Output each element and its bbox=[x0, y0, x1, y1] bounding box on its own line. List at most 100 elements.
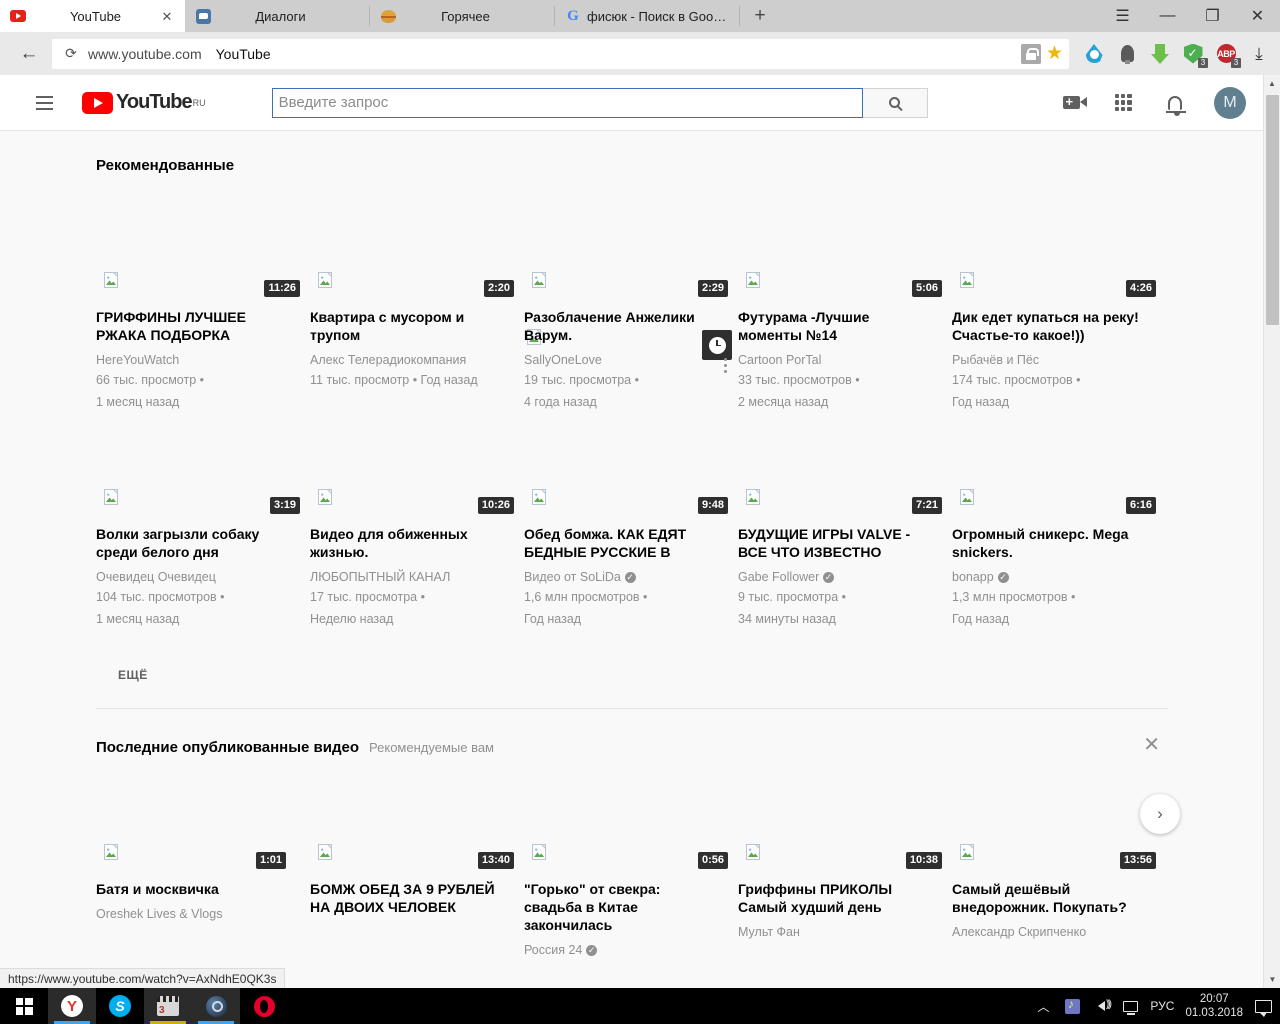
downloads-icon[interactable]: ⤓ bbox=[1248, 43, 1270, 65]
video-title[interactable]: БУДУЩИЕ ИГРЫ VALVE - ВСЕ ЧТО ИЗВЕСТНО bbox=[738, 525, 952, 561]
video-thumbnail[interactable]: 9:48 bbox=[524, 453, 738, 514]
restore-button[interactable]: ❐ bbox=[1190, 0, 1235, 32]
video-thumbnail[interactable]: 10:26 bbox=[310, 453, 524, 514]
video-title[interactable]: "Горько" от свекра: свадьба в Китае зако… bbox=[524, 880, 738, 934]
video-card[interactable]: 11:26 ГРИФФИНЫ ЛУЧШЕЕ РЖАКА ПОДБОРКА Her… bbox=[96, 236, 310, 411]
video-card[interactable]: 7:21 БУДУЩИЕ ИГРЫ VALVE - ВСЕ ЧТО ИЗВЕСТ… bbox=[738, 453, 952, 628]
video-thumbnail[interactable]: 2:20 bbox=[310, 236, 524, 297]
video-title[interactable]: Гриффины ПРИКОЛЫ Самый худший день bbox=[738, 880, 952, 916]
video-title[interactable]: ГРИФФИНЫ ЛУЧШЕЕ РЖАКА ПОДБОРКА bbox=[96, 308, 310, 344]
video-thumbnail[interactable]: 4:26 bbox=[952, 236, 1166, 297]
video-title[interactable]: Футурама -Лучшие моменты №14 bbox=[738, 308, 952, 344]
taskbar-steam[interactable] bbox=[192, 988, 240, 1024]
language-indicator[interactable]: РУС bbox=[1150, 999, 1174, 1013]
search-box[interactable] bbox=[271, 87, 863, 118]
video-card[interactable]: 6:16 Огромный сникерс. Mega snickers. bo… bbox=[952, 453, 1166, 628]
reload-icon[interactable]: ⟳ bbox=[58, 45, 84, 62]
video-thumbnail[interactable]: 2:29 bbox=[524, 236, 738, 297]
carousel-next-icon[interactable]: › bbox=[1140, 794, 1180, 834]
video-card[interactable]: 1:01 Батя и москвичка Oreshek Lives & Vl… bbox=[96, 808, 310, 957]
lock-icon[interactable] bbox=[1020, 43, 1041, 64]
channel-name[interactable]: Рыбачёв и Пёс bbox=[952, 353, 1166, 367]
video-card[interactable]: 10:26 Видео для обиженных жизнью. ЛЮБОПЫ… bbox=[310, 453, 524, 628]
scroll-up-icon[interactable]: ▲ bbox=[1264, 75, 1280, 92]
channel-name[interactable]: Gabe Follower bbox=[738, 570, 952, 584]
video-title[interactable]: Огромный сникерс. Mega snickers. bbox=[952, 525, 1166, 561]
show-more-button[interactable]: ЕЩЁ bbox=[0, 668, 1280, 682]
taskbar-yandex-browser[interactable]: Y bbox=[48, 988, 96, 1024]
channel-name[interactable]: Россия 24 bbox=[524, 943, 738, 957]
action-center-icon[interactable] bbox=[1254, 996, 1272, 1017]
channel-name[interactable]: bonapp bbox=[952, 570, 1166, 584]
music-note-icon[interactable] bbox=[1063, 996, 1081, 1016]
address-bar[interactable]: ⟳ www.youtube.com YouTube ★ bbox=[52, 38, 1069, 69]
search-button[interactable] bbox=[862, 87, 928, 118]
browser-menu-button[interactable]: ☰ bbox=[1100, 0, 1145, 32]
video-thumbnail[interactable]: 7:21 bbox=[738, 453, 952, 514]
video-card[interactable]: 2:29 Разоблачение Анжелики Варум. SallyO… bbox=[524, 236, 738, 411]
lightbulb-icon[interactable] bbox=[1116, 43, 1138, 65]
video-card[interactable]: 5:06 Футурама -Лучшие моменты №14 Cartoo… bbox=[724, 236, 952, 411]
download-helper-icon[interactable] bbox=[1149, 43, 1171, 65]
video-card[interactable]: 13:56 Самый дешёвый внедорожник. Покупат… bbox=[952, 808, 1166, 957]
tab-hot[interactable]: Горячее bbox=[370, 0, 555, 32]
bookmark-star-icon[interactable]: ★ bbox=[1046, 44, 1063, 63]
video-card[interactable]: 4:26 Дик едет купаться на реку! Счастье-… bbox=[952, 236, 1166, 411]
back-button[interactable]: ← bbox=[10, 39, 48, 69]
video-thumbnail[interactable]: 5:06 bbox=[738, 236, 952, 297]
waterdrop-icon[interactable] bbox=[1083, 43, 1105, 65]
search-input[interactable] bbox=[278, 94, 856, 111]
video-thumbnail[interactable]: 11:26 bbox=[96, 236, 310, 297]
adblock-plus-icon[interactable]: ABP 3 bbox=[1215, 43, 1241, 68]
video-card[interactable]: 9:48 Обед бомжа. КАК ЕДЯТ БЕДНЫЕ РУССКИЕ… bbox=[524, 453, 738, 628]
video-title[interactable]: БОМЖ ОБЕД ЗА 9 РУБЛЕЙ НА ДВОИХ ЧЕЛОВЕК bbox=[310, 880, 524, 916]
video-title[interactable]: Квартира с мусором и трупом bbox=[310, 308, 524, 344]
tab-google-search[interactable]: G фисюк - Поиск в Google bbox=[555, 0, 740, 32]
taskbar-skype[interactable]: S bbox=[96, 988, 144, 1024]
channel-name[interactable]: SallyOneLove bbox=[524, 353, 738, 367]
clock[interactable]: 20:07 01.03.2018 bbox=[1185, 992, 1243, 1020]
notifications-bell-icon[interactable] bbox=[1162, 90, 1188, 116]
video-title[interactable]: Разоблачение Анжелики Варум. bbox=[524, 308, 738, 344]
tab-dialogs[interactable]: Диалоги bbox=[185, 0, 370, 32]
scrollbar-thumb[interactable] bbox=[1266, 95, 1279, 325]
video-thumbnail[interactable]: 1:01 bbox=[96, 808, 310, 869]
avatar[interactable]: M bbox=[1214, 86, 1246, 119]
video-title[interactable]: Видео для обиженных жизнью. bbox=[310, 525, 524, 561]
guide-menu-icon[interactable] bbox=[24, 83, 64, 123]
volume-icon[interactable] bbox=[1092, 996, 1110, 1016]
video-thumbnail[interactable]: 13:56 bbox=[952, 808, 1166, 869]
video-card[interactable]: 0:56 "Горько" от свекра: свадьба в Китае… bbox=[524, 808, 738, 957]
channel-name[interactable]: Алекс Телерадиокомпания bbox=[310, 353, 524, 367]
close-icon[interactable]: ✕ bbox=[159, 10, 175, 23]
channel-name[interactable]: ЛЮБОПЫТНЫЙ КАНАЛ bbox=[310, 570, 524, 584]
channel-name[interactable]: Очевидец Очевидец bbox=[96, 570, 310, 584]
video-thumbnail[interactable]: 13:40 bbox=[310, 808, 524, 869]
video-thumbnail[interactable]: 0:56 bbox=[524, 808, 738, 869]
channel-name[interactable]: HereYouWatch bbox=[96, 353, 310, 367]
new-tab-button[interactable]: + bbox=[740, 0, 780, 32]
video-title[interactable]: Обед бомжа. КАК ЕДЯТ БЕДНЫЕ РУССКИЕ В bbox=[524, 525, 738, 561]
dismiss-section-icon[interactable]: ✕ bbox=[1143, 735, 1160, 755]
youtube-logo[interactable]: YouTube RU bbox=[82, 91, 206, 114]
video-card[interactable]: 2:20 Квартира с мусором и трупом Алекс Т… bbox=[310, 236, 524, 411]
channel-name[interactable]: Cartoon PorTal bbox=[738, 353, 952, 367]
page-scrollbar[interactable]: ▲ ▼ bbox=[1263, 75, 1280, 988]
shield-icon[interactable]: 3 bbox=[1182, 43, 1208, 68]
network-icon[interactable] bbox=[1121, 996, 1139, 1016]
scroll-down-icon[interactable]: ▼ bbox=[1264, 971, 1280, 988]
video-options-menu-icon[interactable] bbox=[724, 358, 727, 373]
video-thumbnail[interactable]: 6:16 bbox=[952, 453, 1166, 514]
video-title[interactable]: Самый дешёвый внедорожник. Покупать? bbox=[952, 880, 1166, 916]
taskbar-video-editor[interactable] bbox=[144, 988, 192, 1024]
video-thumbnail[interactable]: 3:19 bbox=[96, 453, 310, 514]
channel-name[interactable]: Oreshek Lives & Vlogs bbox=[96, 907, 310, 921]
video-card[interactable]: 13:40 БОМЖ ОБЕД ЗА 9 РУБЛЕЙ НА ДВОИХ ЧЕЛ… bbox=[310, 808, 524, 957]
taskbar-opera[interactable] bbox=[240, 988, 288, 1024]
video-title[interactable]: Батя и москвичка bbox=[96, 880, 310, 898]
channel-name[interactable]: Мульт Фан bbox=[738, 925, 952, 939]
channel-name[interactable]: Видео от SoLiDa bbox=[524, 570, 738, 584]
video-card[interactable]: 10:38 Гриффины ПРИКОЛЫ Самый худший день… bbox=[738, 808, 952, 957]
video-thumbnail[interactable]: 10:38 bbox=[738, 808, 952, 869]
video-title[interactable]: Волки загрызли собаку среди белого дня bbox=[96, 525, 310, 561]
